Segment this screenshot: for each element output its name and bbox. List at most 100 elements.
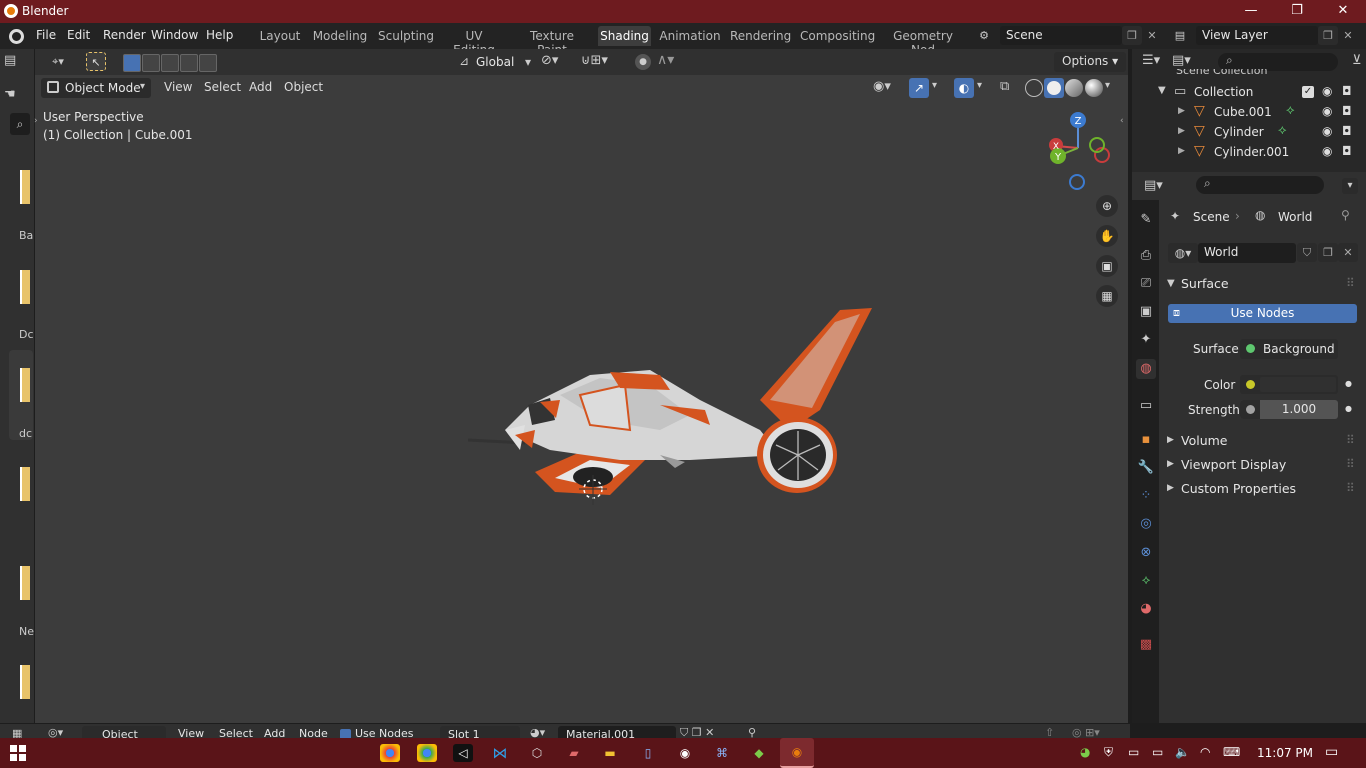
navigation-gizmo[interactable]: Z X Y (1040, 108, 1120, 190)
eye-icon[interactable]: ◉ (1322, 124, 1332, 138)
tab-texture-paint[interactable]: Texture Paint (514, 26, 590, 57)
keyframe-dot-icon[interactable]: ● (1345, 404, 1352, 413)
minimize-button[interactable]: — (1228, 0, 1274, 23)
menu-view[interactable]: View (178, 727, 204, 738)
network-device-icon[interactable]: ▭ (1128, 745, 1139, 759)
security-icon[interactable]: ⛨ (1104, 745, 1113, 760)
menu-render[interactable]: Render (103, 28, 146, 42)
select-tool-icon[interactable]: ↖ (86, 52, 106, 71)
tool-icon[interactable]: ☚ (4, 87, 16, 102)
clock-time[interactable]: 11:07 PM (1257, 746, 1313, 760)
terminal-icon[interactable]: ⌘ (712, 744, 732, 762)
asset-thumbnail[interactable] (20, 467, 30, 501)
display-mode-icon[interactable]: ▤▾ (1172, 53, 1191, 68)
world-name-field[interactable]: World (1198, 243, 1296, 263)
collection-tab-icon[interactable]: ▭ (1136, 396, 1156, 416)
menu-window[interactable]: Window (151, 28, 198, 42)
menu-select[interactable]: Select (219, 727, 253, 738)
material-tab-icon[interactable]: ◕ (1136, 599, 1156, 619)
gizmo-toggle-icon[interactable]: ↗ (909, 78, 929, 98)
color-swatch[interactable] (1260, 377, 1336, 392)
collapse-arrow-icon[interactable]: ▶ (1167, 483, 1174, 493)
keyframe-dot-icon[interactable]: ● (1345, 379, 1352, 388)
notifications-icon[interactable]: ▭ (1325, 744, 1338, 760)
asset-thumbnail[interactable] (20, 566, 30, 600)
view-layer-tab-icon[interactable]: ▣ (1136, 302, 1156, 322)
solid-shading-icon[interactable] (1044, 78, 1064, 98)
windows-start-icon[interactable] (10, 745, 26, 761)
surface-panel-header[interactable]: Surface (1181, 276, 1229, 291)
blender-menu-icon[interactable] (9, 29, 24, 44)
strength-field[interactable]: 1.000 (1240, 400, 1338, 419)
expand-arrow-icon[interactable]: ▶ (1178, 146, 1185, 156)
menu-add[interactable]: Add (243, 79, 278, 97)
eye-icon[interactable]: ◉ (1322, 84, 1332, 98)
delete-view-layer-icon[interactable]: ✕ (1338, 26, 1358, 45)
zoom-icon[interactable]: ⊕ (1096, 195, 1118, 217)
tray-app-icon[interactable]: ◕ (1080, 745, 1090, 759)
filter-icon[interactable]: ⊻ (1352, 53, 1362, 68)
expand-arrow-icon[interactable]: ▶ (1178, 126, 1185, 136)
select-extend-icon[interactable] (142, 54, 160, 72)
outliner-row-object[interactable]: ▶ ▽ Cylinder.001 ◉ ◘ (1132, 143, 1366, 163)
collapse-arrow-icon[interactable]: ▶ (1167, 459, 1174, 469)
chrome-profile-icon[interactable] (417, 744, 437, 762)
pin-icon[interactable]: ⚲ (748, 726, 756, 738)
eye-icon[interactable]: ◉ (1322, 144, 1332, 158)
tab-animation[interactable]: Animation (659, 26, 721, 46)
tool-tab-icon[interactable]: ✎ (1136, 210, 1156, 230)
ortho-toggle-icon[interactable]: ▦ (1096, 285, 1118, 307)
vscode-icon[interactable]: ⋈ (490, 744, 510, 762)
snap-icon[interactable]: ⊍⊞▾ (581, 53, 608, 68)
camera-icon[interactable]: ◘ (1342, 84, 1352, 98)
chrome-icon[interactable] (380, 744, 400, 762)
object-mode-dropdown[interactable]: Object (82, 726, 166, 738)
new-scene-icon[interactable]: ❐ (1122, 26, 1142, 45)
maximize-button[interactable]: ❐ (1274, 0, 1320, 23)
shader-type-icon[interactable]: ◎▾ (48, 726, 63, 738)
rendered-shading-icon[interactable] (1085, 79, 1103, 97)
menu-node[interactable]: Node (299, 727, 328, 738)
chevron-down-icon[interactable]: ▾ (1105, 80, 1110, 91)
expand-arrow-icon[interactable]: ▶ (1178, 106, 1185, 116)
menu-object[interactable]: Object (278, 79, 329, 97)
editor-type-icon[interactable]: ⌖▾ (43, 52, 73, 71)
falloff-icon[interactable]: ∧▾ (657, 52, 674, 68)
new-world-icon[interactable]: ❐ (1318, 243, 1338, 262)
view-layer-field[interactable]: View Layer (1196, 26, 1318, 45)
asset-thumbnail[interactable] (20, 170, 30, 204)
menu-view[interactable]: View (158, 79, 198, 97)
visibility-filter-icon[interactable]: ◉▾ (873, 79, 891, 94)
tab-layout[interactable]: Layout (258, 26, 302, 46)
editor-type-icon[interactable]: ☰▾ (1142, 53, 1160, 68)
physics-tab-icon[interactable]: ◎ (1136, 514, 1156, 534)
overlays-toggle-icon[interactable]: ◐ (954, 78, 974, 98)
data-tab-icon[interactable]: ⟡ (1136, 571, 1156, 591)
editor-type-icon[interactable]: ▤▾ (1144, 178, 1163, 193)
obs-icon[interactable]: ◉ (675, 744, 695, 762)
expand-arrow-icon[interactable]: ▼ (1158, 85, 1166, 96)
unity-hub-icon[interactable]: ◁ (453, 744, 473, 762)
new-view-layer-icon[interactable]: ❐ (1318, 26, 1338, 45)
asset-thumbnail[interactable] (20, 665, 30, 699)
viewport-display-panel-header[interactable]: Viewport Display (1181, 457, 1286, 472)
drag-handle-icon[interactable]: ⠿ (1346, 276, 1355, 290)
wireframe-shading-icon[interactable] (1025, 79, 1043, 97)
select-subtract-icon[interactable] (161, 54, 179, 72)
drag-handle-icon[interactable]: ⠿ (1346, 433, 1355, 447)
material-name-field[interactable]: Material.001 (558, 726, 676, 738)
notepad-icon[interactable]: ▯ (638, 744, 658, 762)
properties-search-icon[interactable]: ⌕ (1196, 176, 1324, 194)
toolbar-expand-icon[interactable]: › (34, 116, 38, 126)
world-tab-icon[interactable]: ◍ (1136, 359, 1156, 379)
world-browse-icon[interactable]: ◍▾ (1168, 243, 1198, 263)
options-dropdown[interactable]: Options ▾ (1054, 52, 1127, 72)
pivot-point-icon[interactable]: ⊘▾ (541, 53, 558, 68)
asset-thumbnail[interactable] (20, 270, 30, 304)
eye-icon[interactable]: ◉ (1322, 104, 1332, 118)
select-intersect-icon[interactable] (199, 54, 217, 72)
scene-tab-icon[interactable]: ✦ (1136, 330, 1156, 350)
menu-file[interactable]: File (36, 28, 56, 42)
search-icon[interactable]: ⌕ (10, 113, 30, 135)
menu-select[interactable]: Select (198, 79, 247, 97)
